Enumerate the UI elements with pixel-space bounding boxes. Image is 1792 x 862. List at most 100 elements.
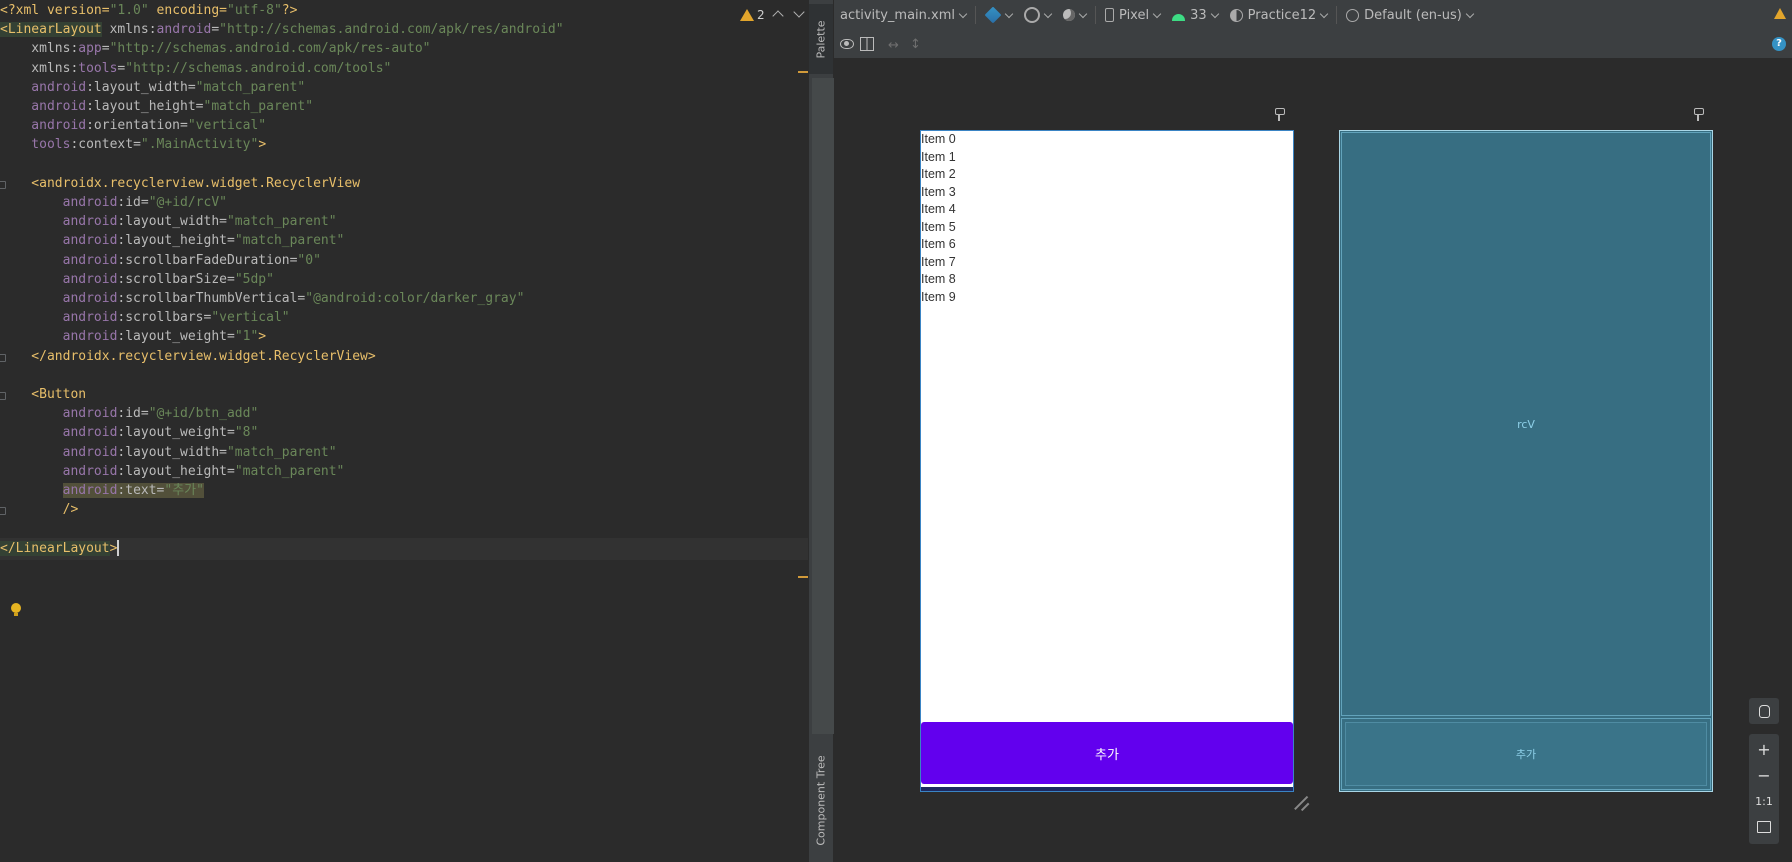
fold-marker-icon[interactable] <box>0 180 6 189</box>
phone-icon <box>1105 8 1115 22</box>
code-token: :layout_height= <box>117 463 235 479</box>
code-token: "match_parent" <box>203 99 314 114</box>
list-item: Item 9 <box>921 289 956 304</box>
blueprint-recyclerview[interactable]: rcV <box>1341 132 1711 716</box>
text-caret <box>117 540 120 557</box>
code-token: :layout_width= <box>86 79 196 95</box>
code-token: :id= <box>117 195 149 210</box>
code-token: ".MainActivity" <box>140 137 259 153</box>
list-item: Item 7 <box>921 254 956 269</box>
zoom-actual-size-label: 1:1 <box>1755 794 1773 808</box>
code-token: xmlns: <box>101 22 157 38</box>
pan-button[interactable] <box>1749 698 1779 724</box>
list-item: Item 0 <box>921 132 956 146</box>
code-token: android <box>156 22 212 38</box>
code-token: "vertical" <box>187 118 267 134</box>
code-token: "1.0" <box>109 3 149 18</box>
vertical-resize-icon: ↕ <box>910 37 921 52</box>
zoom-fit-button[interactable] <box>1749 814 1779 840</box>
code-token: android <box>0 425 118 441</box>
resize-handle-icon[interactable] <box>1294 795 1310 811</box>
code-token: encoding= <box>148 3 227 18</box>
night-mode-button[interactable] <box>1057 0 1092 30</box>
blueprint-button[interactable]: 추가 <box>1341 718 1711 790</box>
columns-icon[interactable] <box>860 37 874 51</box>
chevron-down-icon <box>1152 9 1162 18</box>
eye-icon[interactable] <box>840 39 854 49</box>
design-bottom-bar <box>921 787 1293 791</box>
list-item: Item 2 <box>921 167 956 181</box>
editor-warning-indicator[interactable]: 2 <box>740 6 765 24</box>
zoom-out-button[interactable]: − <box>1749 762 1779 788</box>
code-token: :layout_width= <box>117 444 227 460</box>
tab-palette[interactable]: Palette <box>809 4 833 74</box>
theme-label: Practice12 <box>1247 7 1317 23</box>
code-token: :layout_height= <box>117 233 235 249</box>
zoom-controls: + − 1:1 <box>1749 698 1779 846</box>
zoom-in-label: + <box>1757 739 1771 759</box>
code-token: xmlns: <box>0 41 79 57</box>
api-level-label: 33 <box>1190 7 1207 23</box>
fold-marker-icon[interactable] <box>0 392 6 400</box>
code-token: tools <box>0 137 71 153</box>
code-token: "http://schemas.android.com/tools" <box>125 60 392 76</box>
scroll-marker[interactable] <box>798 576 808 578</box>
warning-icon <box>740 9 754 21</box>
code-token: :scrollbars= <box>117 310 212 326</box>
android-icon <box>1172 13 1186 21</box>
code-token: android <box>0 79 87 95</box>
add-button-label: 추가 <box>1095 747 1119 763</box>
zoom-actual-size-button[interactable]: 1:1 <box>1749 788 1779 814</box>
globe-icon <box>1346 8 1360 22</box>
chevron-down-icon <box>1319 9 1329 18</box>
tab-component-tree[interactable]: Component Tree <box>809 740 833 860</box>
code-token: android <box>0 310 118 326</box>
code-token: > <box>258 329 267 345</box>
code-token: xmlns: <box>0 60 79 76</box>
code-editor[interactable]: <?xml version="1.0" encoding="utf-8"?> <L… <box>0 0 808 862</box>
code-token: <androidx.recyclerview.widget.RecyclerVi… <box>0 175 361 191</box>
code-token: :scrollbarSize= <box>117 271 235 287</box>
design-preview[interactable]: Item 0 Item 1 Item 2 Item 3 Item 4 Item 5 Item… <box>920 130 1294 792</box>
hand-icon <box>1758 704 1770 718</box>
layers-icon <box>984 6 1002 24</box>
locale-selector[interactable]: Default (en-us) <box>1340 0 1479 30</box>
fold-marker-icon[interactable] <box>0 353 6 362</box>
code-token: android <box>0 406 118 422</box>
design-surface-button[interactable] <box>979 0 1018 30</box>
scroll-marker[interactable] <box>798 71 808 73</box>
zoom-out-label: − <box>1757 765 1771 785</box>
wrench-icon[interactable] <box>1693 108 1704 121</box>
file-selector[interactable]: activity_main.xml <box>834 0 972 30</box>
fit-screen-icon <box>1757 821 1771 833</box>
toolbar-divider <box>975 6 977 24</box>
zoom-group: + − 1:1 <box>1749 734 1779 844</box>
theme-selector[interactable]: Practice12 <box>1224 0 1333 30</box>
orientation-button[interactable] <box>1018 0 1057 30</box>
device-selector[interactable]: Pixel <box>1099 0 1166 30</box>
code-token: android <box>0 444 118 460</box>
code-token: :layout_height= <box>86 99 204 114</box>
lightbulb-icon[interactable] <box>11 603 21 616</box>
code-token: ?> <box>281 3 298 18</box>
add-button-preview[interactable]: 추가 <box>921 722 1293 784</box>
zoom-in-button[interactable]: + <box>1749 736 1779 762</box>
help-icon[interactable]: ? <box>1772 37 1786 51</box>
code-token: :text= <box>117 483 165 498</box>
chevron-down-icon <box>1078 9 1088 18</box>
code-token: "5dp" <box>234 271 274 287</box>
blueprint-preview[interactable]: rcV 추가 <box>1339 130 1713 792</box>
wrench-icon[interactable] <box>1274 108 1285 121</box>
locale-label: Default (en-us) <box>1364 7 1462 23</box>
code-token: android <box>62 483 118 498</box>
code-token: :scrollbarThumbVertical= <box>117 291 306 306</box>
code-token: > <box>109 540 118 556</box>
api-level-selector[interactable]: 33 <box>1166 0 1224 30</box>
editor-warning-count: 2 <box>757 8 765 22</box>
issues-button[interactable] <box>1774 8 1786 19</box>
fold-marker-icon[interactable] <box>0 507 6 516</box>
code-line[interactable]: </LinearLayout> <box>0 537 808 560</box>
warning-icon <box>1774 8 1786 19</box>
code-token: "@+id/btn_add" <box>148 406 259 422</box>
